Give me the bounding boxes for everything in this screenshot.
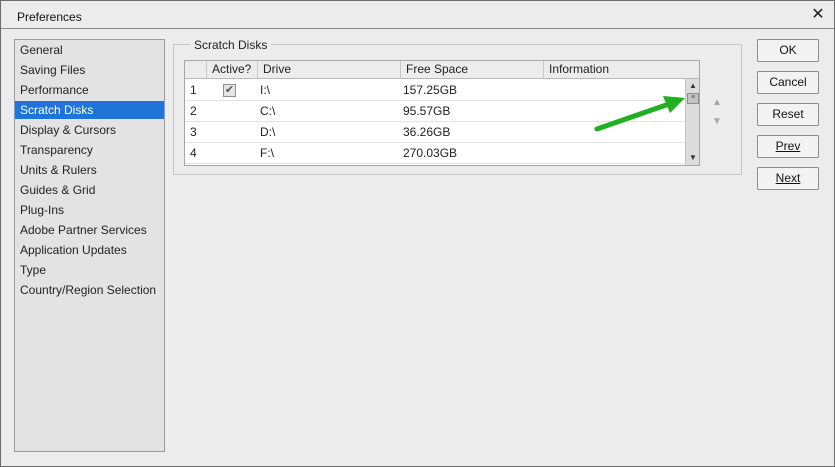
scrollbar-thumb[interactable]: ≡ [687,93,699,104]
preferences-category-list: General Saving Files Performance Scratch Di… [14,39,165,452]
drive-cell: F:\ [260,146,274,160]
close-icon[interactable]: ✕ [810,7,826,23]
window-title: Preferences [17,10,82,24]
free-space-cell: 157.25GB [403,83,458,97]
title-bar: Preferences ✕ [1,1,834,29]
table-row[interactable]: 3 D:\ 36.26GB [185,122,685,143]
sidebar-item-display-cursors[interactable]: Display & Cursors [15,121,164,139]
scratch-disks-group-label: Scratch Disks [190,38,272,52]
scroll-up-icon[interactable]: ▲ [687,80,699,92]
row-index: 1 [190,83,197,97]
reset-button[interactable]: Reset [757,103,819,126]
move-up-icon[interactable]: ▲ [711,97,723,109]
sidebar-item-application-updates[interactable]: Application Updates [15,241,164,259]
ok-button[interactable]: OK [757,39,819,62]
drive-cell: D:\ [260,125,276,139]
active-checkbox[interactable] [223,105,236,118]
drive-cell: C:\ [260,104,276,118]
active-checkbox[interactable] [223,126,236,139]
sidebar-item-saving-files[interactable]: Saving Files [15,61,164,79]
sidebar-item-general[interactable]: General [15,41,164,59]
cancel-button[interactable]: Cancel [757,71,819,94]
column-header-drive[interactable]: Drive [258,61,401,78]
sidebar-item-units-rulers[interactable]: Units & Rulers [15,161,164,179]
sidebar-item-type[interactable]: Type [15,261,164,279]
table-row[interactable]: 4 F:\ 270.03GB [185,143,685,164]
prev-button-label: Prev [775,139,801,153]
drive-cell: I:\ [260,83,271,97]
sidebar-item-transparency[interactable]: Transparency [15,141,164,159]
scratch-disks-table: Active? Drive Free Space Information 1 ✔ I… [184,60,700,166]
row-index: 3 [190,125,197,139]
table-header: Active? Drive Free Space Information [185,61,699,79]
next-button-label: Next [775,171,801,185]
free-space-cell: 95.57GB [403,104,451,118]
column-header-free-space[interactable]: Free Space [401,61,544,78]
sidebar-item-performance[interactable]: Performance [15,81,164,99]
row-index: 4 [190,146,197,160]
row-index: 2 [190,104,197,118]
sidebar-item-adobe-partner-services[interactable]: Adobe Partner Services [15,221,164,239]
active-checkbox[interactable] [223,147,236,160]
vertical-scrollbar[interactable]: ▲ ≡ ▼ [685,79,699,165]
sidebar-item-guides-grid[interactable]: Guides & Grid [15,181,164,199]
scroll-down-icon[interactable]: ▼ [687,152,699,164]
preferences-dialog: Preferences ✕ General Saving Files Perform… [0,0,835,467]
sidebar-item-plug-ins[interactable]: Plug-Ins [15,201,164,219]
column-header-active[interactable]: Active? [207,61,258,78]
column-header-index [185,61,207,78]
table-row[interactable]: 2 C:\ 95.57GB [185,101,685,122]
active-checkbox[interactable]: ✔ [223,84,236,97]
table-row[interactable]: 1 ✔ I:\ 157.25GB [185,80,685,101]
column-header-information[interactable]: Information [544,61,685,78]
prev-button[interactable]: Prev [757,135,819,158]
sidebar-item-scratch-disks[interactable]: Scratch Disks [15,101,164,119]
next-button[interactable]: Next [757,167,819,190]
free-space-cell: 270.03GB [403,146,458,160]
free-space-cell: 36.26GB [403,125,451,139]
sidebar-item-country-region-selection[interactable]: Country/Region Selection [15,281,164,299]
move-down-icon[interactable]: ▼ [711,116,723,128]
